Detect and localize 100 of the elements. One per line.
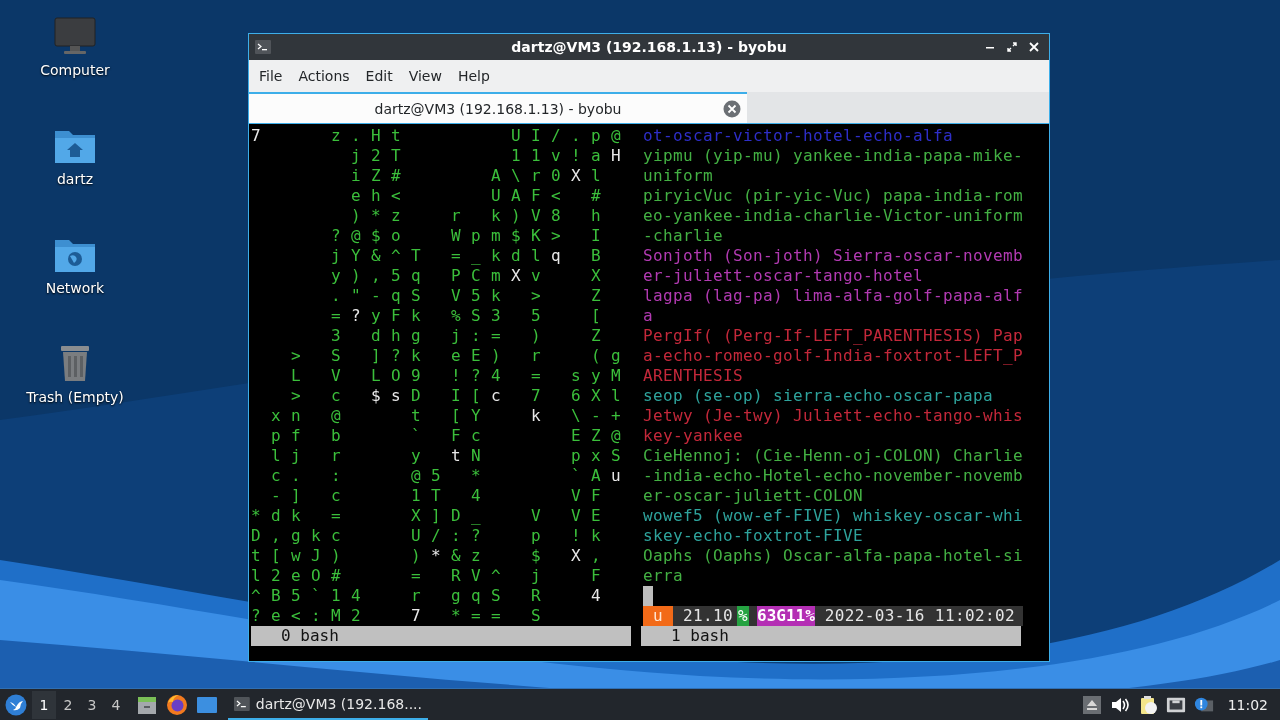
browser-icon[interactable] (166, 693, 188, 716)
matrix-glyph: L (291, 366, 301, 386)
matrix-glyph: k (411, 346, 421, 366)
matrix-glyph: 5 (431, 466, 441, 486)
menu-item[interactable]: File (251, 64, 291, 88)
menu-item[interactable]: View (400, 64, 450, 88)
matrix-glyph: V (331, 366, 341, 386)
matrix-glyph: S (411, 286, 421, 306)
matrix-glyph: O (391, 366, 401, 386)
matrix-glyph: " (351, 286, 361, 306)
matrix-glyph: $ (371, 226, 381, 246)
desktop-shortcut[interactable]: Computer (5, 16, 145, 113)
matrix-glyph: ! (571, 146, 581, 166)
matrix-glyph: d (511, 246, 521, 266)
matrix-glyph: - (371, 286, 381, 306)
session-badge: u (643, 606, 673, 626)
matrix-glyph: c (331, 386, 341, 406)
matrix-glyph: 2 (371, 146, 381, 166)
memory-badge: 63G11% (757, 606, 815, 626)
matrix-glyph: g (451, 586, 461, 606)
matrix-glyph: D (411, 386, 421, 406)
matrix-glyph: b (331, 426, 341, 446)
matrix-glyph: 4 (471, 486, 481, 506)
matrix-glyph: : (311, 606, 321, 626)
close-icon (1029, 42, 1039, 52)
matrix-glyph: g (611, 346, 621, 366)
matrix-glyph: V (451, 286, 461, 306)
clock[interactable]: 11:02 (1227, 696, 1268, 713)
matrix-glyph: B (591, 246, 601, 266)
matrix-glyph: _ (471, 506, 481, 526)
matrix-glyph: h (391, 326, 401, 346)
start-menu-icon[interactable] (5, 693, 27, 716)
matrix-glyph: ` (571, 466, 581, 486)
menu-item[interactable]: Actions (290, 64, 358, 88)
matrix-glyph: ^ (391, 246, 401, 266)
matrix-glyph: l (271, 446, 281, 466)
matrix-glyph: Z (371, 166, 381, 186)
matrix-glyph: l (591, 166, 601, 186)
matrix-glyph: T (391, 146, 401, 166)
matrix-glyph: % (451, 306, 461, 326)
matrix-glyph: s (571, 366, 581, 386)
menu-item[interactable]: Edit (357, 64, 401, 88)
matrix-glyph: = (491, 606, 501, 626)
matrix-glyph: ) (491, 346, 501, 366)
window-label[interactable]: 1 bash (641, 626, 1021, 646)
matrix-glyph: 5 (471, 286, 481, 306)
matrix-glyph: 2 (271, 566, 281, 586)
matrix-glyph: 1 (531, 146, 541, 166)
task-button[interactable]: dartz@VM3 (192.168.... (228, 689, 428, 720)
terminal-tab[interactable]: dartz@VM3 (192.168.1.13) - byobu (249, 92, 747, 123)
matrix-glyph: ) (351, 266, 361, 286)
desktop-shortcut[interactable]: Network (5, 234, 145, 331)
matrix-glyph: l (611, 386, 621, 406)
matrix-glyph: k (491, 246, 501, 266)
matrix-glyph: A (491, 166, 501, 186)
desktop-shortcut[interactable]: dartz (5, 125, 145, 222)
matrix-glyph: 5 (391, 266, 401, 286)
matrix-glyph: D (451, 506, 461, 526)
matrix-glyph: 4 (491, 366, 501, 386)
matrix-glyph: X (571, 166, 581, 186)
window-label[interactable]: 0 bash (251, 626, 631, 646)
matrix-glyph: ? (251, 606, 261, 626)
matrix-glyph: \ (511, 166, 521, 186)
matrix-glyph: ) (511, 206, 521, 226)
output-line: wowef5 (wow-ef-FIVE) whiskey-oscar-whiskey-echo-foxtrot-FIVE (643, 506, 1025, 546)
output-line: lagpa (lag-pa) lima-alfa-golf-papa-alfa (643, 286, 1025, 326)
matrix-glyph: O (311, 566, 321, 586)
workspace-button[interactable]: 4 (104, 690, 128, 719)
matrix-glyph: . (291, 466, 301, 486)
close-icon[interactable] (723, 99, 741, 118)
matrix-glyph: ) (531, 326, 541, 346)
matrix-glyph: 2 (351, 606, 361, 626)
matrix-glyph: ? (351, 306, 361, 326)
matrix-glyph: S (471, 306, 481, 326)
workspace-button[interactable]: 3 (80, 690, 104, 719)
matrix-glyph: q (411, 266, 421, 286)
matrix-glyph: Z (591, 286, 601, 306)
workspace-button[interactable]: 1 (32, 690, 56, 719)
matrix-glyph: X (511, 266, 521, 286)
matrix-glyph: l (251, 566, 261, 586)
workspace-button[interactable]: 2 (56, 690, 80, 719)
matrix-glyph: ) (351, 206, 361, 226)
matrix-glyph: , (371, 266, 381, 286)
desktop-shortcut[interactable]: Trash (Empty) (5, 343, 145, 440)
matrix-glyph: e (291, 566, 301, 586)
matrix-glyph: r (331, 446, 341, 466)
matrix-glyph: + (611, 406, 621, 426)
matrix-glyph: = (451, 246, 461, 266)
output-line: Oaphs (Oaphs) Oscar-alfa-papa-hotel-sierra (643, 546, 1025, 586)
matrix-glyph: = (491, 326, 501, 346)
matrix-glyph: p (271, 426, 281, 446)
matrix-glyph: t (411, 406, 421, 426)
menu-item[interactable]: Help (449, 64, 498, 88)
matrix-glyph: # (591, 186, 601, 206)
matrix-glyph: < (551, 186, 561, 206)
matrix-glyph: I (591, 226, 601, 246)
matrix-glyph: # (391, 166, 401, 186)
matrix-glyph: v (551, 146, 561, 166)
matrix-glyph: @ (411, 466, 421, 486)
eject-icon[interactable] (1081, 694, 1102, 715)
